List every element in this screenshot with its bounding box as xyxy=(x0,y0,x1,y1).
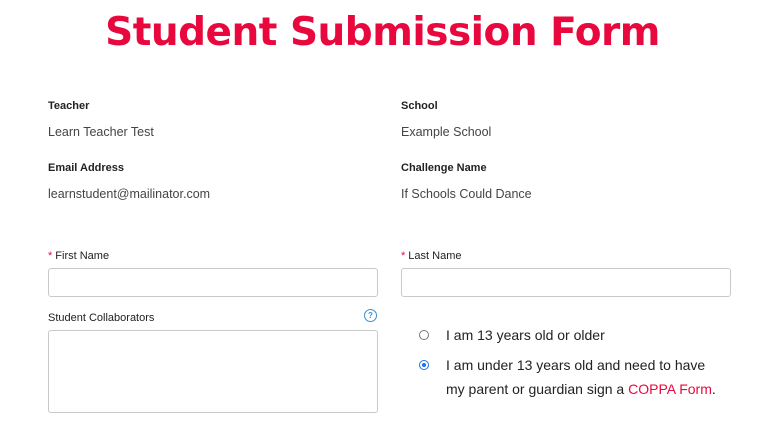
email-value: learnstudent@mailinator.com xyxy=(48,187,211,201)
school-label: School xyxy=(401,100,438,112)
help-icon[interactable]: ? xyxy=(364,309,377,322)
teacher-label: Teacher xyxy=(48,100,90,112)
challenge-label: Challenge Name xyxy=(401,162,487,174)
first-name-input[interactable] xyxy=(48,268,378,297)
age-13-or-older-radio[interactable] xyxy=(419,330,429,340)
collaborators-textarea[interactable] xyxy=(48,330,378,413)
collaborators-label: Student Collaborators xyxy=(48,312,155,324)
challenge-value: If Schools Could Dance xyxy=(401,187,532,201)
teacher-value: Learn Teacher Test xyxy=(48,125,154,139)
age-13-or-older-label[interactable]: I am 13 years old or older xyxy=(446,323,605,347)
age-under-13-radio[interactable] xyxy=(419,360,429,370)
last-name-input[interactable] xyxy=(401,268,731,297)
first-name-label: * First Name xyxy=(48,250,110,262)
coppa-form-link[interactable]: COPPA Form xyxy=(628,381,712,397)
page-title: Student Submission Form xyxy=(105,10,660,55)
required-marker: * xyxy=(48,250,53,262)
last-name-label: * Last Name xyxy=(401,250,462,262)
required-marker: * xyxy=(401,250,406,262)
school-value: Example School xyxy=(401,125,492,139)
email-label: Email Address xyxy=(48,162,125,174)
age-under-13-label[interactable]: I am under 13 years old and need to have… xyxy=(446,353,716,401)
